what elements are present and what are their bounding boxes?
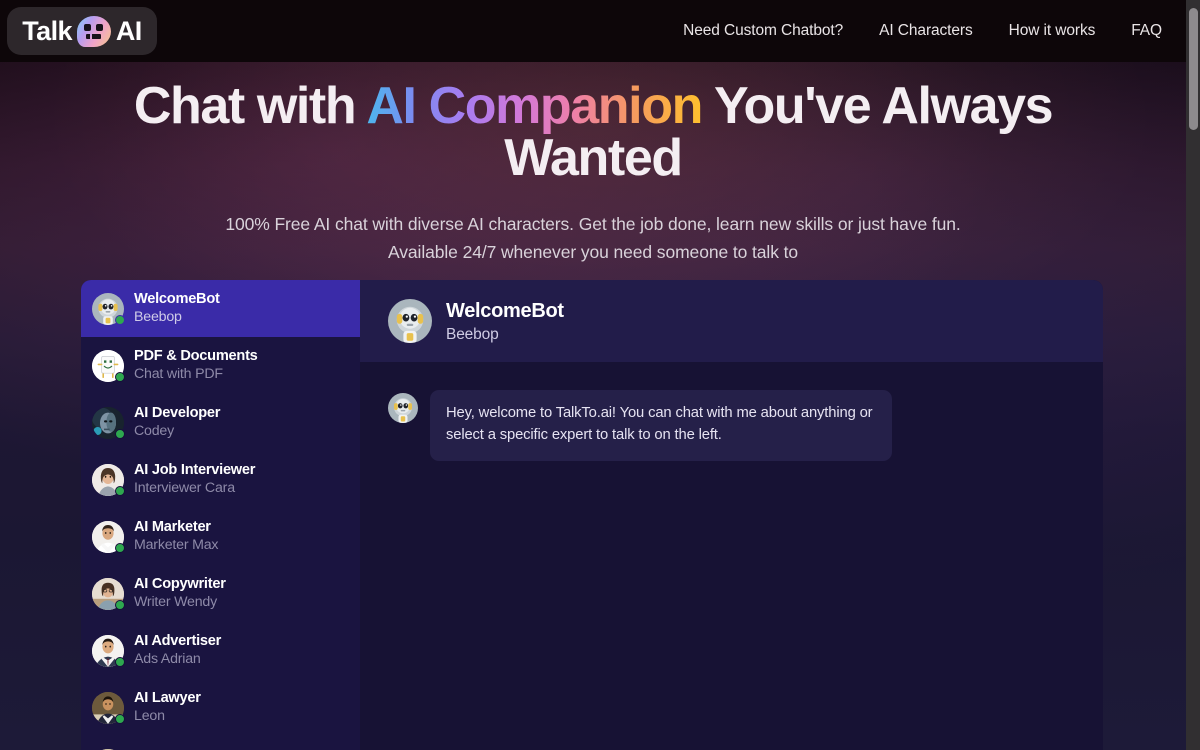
character-persona: Chat with PDF xyxy=(134,366,223,383)
hero-subtitle: 100% Free AI chat with diverse AI charac… xyxy=(225,214,961,263)
robot-headphones-avatar xyxy=(388,299,432,343)
character-persona: Writer Wendy xyxy=(134,594,218,611)
logo-text-ai: AI xyxy=(115,15,142,46)
cyborg-developer-avatar xyxy=(92,406,125,439)
character-persona: Marketer Max xyxy=(134,537,219,554)
nav-how-it-works[interactable]: How it works xyxy=(1009,22,1096,40)
hero-section: Chat with AI Companion You've Always Wan… xyxy=(0,62,1186,267)
character-name: PDF & Documents xyxy=(134,347,258,364)
message-bubble: Hey, welcome to TalkTo.ai! You can chat … xyxy=(430,390,892,461)
chat-widget: WelcomeBot Beebop PDF & Documents Chat with… xyxy=(81,280,1103,750)
character-list-item[interactable] xyxy=(81,736,360,750)
nav-faq[interactable]: FAQ xyxy=(1131,22,1162,40)
chat-title: WelcomeBot xyxy=(446,299,564,322)
character-list-item[interactable]: AI Copywriter Writer Wendy xyxy=(81,565,360,622)
character-persona: Interviewer Cara xyxy=(134,480,235,497)
chat-subtitle: Beebop xyxy=(446,325,499,343)
character-name: AI Copywriter xyxy=(134,575,226,592)
chat-message-list: Hey, welcome to TalkTo.ai! You can chat … xyxy=(360,362,1103,750)
logo-text-talk: Talk xyxy=(22,15,72,46)
online-status-dot xyxy=(115,713,125,724)
page-root: Talk AI Need Custom Chatbot? AI Characte… xyxy=(0,0,1200,750)
main-nav: Need Custom Chatbot? AI Characters How i… xyxy=(683,0,1162,62)
character-persona: Beebop xyxy=(134,309,182,326)
character-name: AI Marketer xyxy=(134,518,211,535)
site-logo[interactable]: Talk AI xyxy=(7,7,157,55)
document-character-avatar xyxy=(92,349,125,382)
character-name: AI Advertiser xyxy=(134,632,222,649)
robot-headphones-avatar xyxy=(92,292,125,325)
online-status-dot xyxy=(115,542,125,553)
robot-headphones-avatar xyxy=(388,393,418,423)
character-list-item[interactable]: AI Job Interviewer Interviewer Cara xyxy=(81,451,360,508)
character-name: AI Developer xyxy=(134,404,221,421)
woman-interviewer-avatar xyxy=(92,463,125,496)
character-list-item[interactable]: AI Lawyer Leon xyxy=(81,679,360,736)
nav-need-custom-chatbot[interactable]: Need Custom Chatbot? xyxy=(683,22,843,40)
woman-writer-avatar xyxy=(92,577,125,610)
character-name: AI Lawyer xyxy=(134,689,201,706)
man-marketer-avatar xyxy=(92,520,125,553)
hero-title-highlight: AI Companion xyxy=(366,77,703,135)
online-status-dot xyxy=(115,314,125,325)
character-name: AI Job Interviewer xyxy=(134,461,256,478)
online-status-dot xyxy=(115,428,125,439)
page-title: Chat with AI Companion You've Always Wan… xyxy=(0,80,1186,184)
character-list-item[interactable]: WelcomeBot Beebop xyxy=(81,280,360,337)
chat-message: Hey, welcome to TalkTo.ai! You can chat … xyxy=(388,390,1075,461)
character-list-item[interactable]: AI Marketer Marketer Max xyxy=(81,508,360,565)
page-scrollbar[interactable] xyxy=(1186,0,1200,750)
character-persona: Codey xyxy=(134,423,175,440)
character-list-item[interactable]: PDF & Documents Chat with PDF xyxy=(81,337,360,394)
online-status-dot xyxy=(115,599,125,610)
nav-ai-characters[interactable]: AI Characters xyxy=(879,22,973,40)
character-list-item[interactable]: AI Advertiser Ads Adrian xyxy=(81,622,360,679)
character-persona: Leon xyxy=(134,708,165,725)
chat-panel: WelcomeBot Beebop Hey, welcome to TalkTo… xyxy=(360,280,1103,750)
man-advertiser-avatar xyxy=(92,634,125,667)
scrollbar-thumb[interactable] xyxy=(1188,8,1198,130)
character-name: WelcomeBot xyxy=(134,290,220,307)
character-list[interactable]: WelcomeBot Beebop PDF & Documents Chat with… xyxy=(81,280,360,750)
online-status-dot xyxy=(115,485,125,496)
online-status-dot xyxy=(115,656,125,667)
online-status-dot xyxy=(115,371,125,382)
chat-header: WelcomeBot Beebop xyxy=(360,280,1103,362)
character-list-item[interactable]: AI Developer Codey xyxy=(81,394,360,451)
top-navigation-bar: Talk AI Need Custom Chatbot? AI Characte… xyxy=(0,0,1186,62)
robot-face-speech-bubble-icon xyxy=(76,15,111,47)
character-persona: Ads Adrian xyxy=(134,651,201,668)
man-lawyer-avatar xyxy=(92,691,125,724)
hero-title-prefix: Chat with xyxy=(133,77,367,135)
